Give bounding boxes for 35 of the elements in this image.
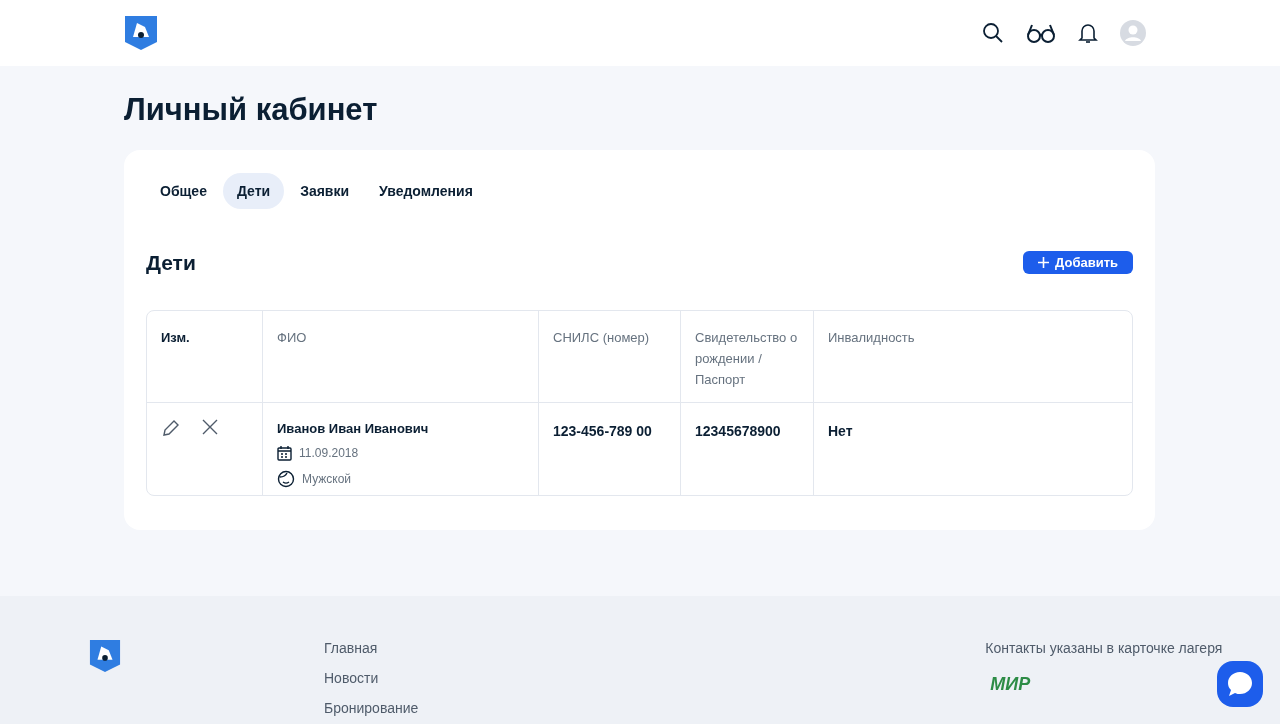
glasses-icon[interactable] [1026, 23, 1056, 43]
tab[interactable]: Уведомления [365, 173, 487, 209]
plus-icon [1038, 257, 1050, 269]
column-header: ФИО [277, 328, 308, 347]
column-header: Инвалидность [828, 328, 916, 347]
table-cell: 123-456-789 00 [553, 422, 652, 439]
payment-logo: МИР [990, 673, 1032, 696]
column-header: СНИЛС (номер) [553, 328, 651, 347]
coat-of-arms-logo[interactable] [89, 638, 121, 674]
child-face-icon [277, 470, 295, 488]
footer-link[interactable]: Бронирование [324, 700, 419, 716]
tab[interactable]: Заявки [286, 173, 364, 209]
search-icon[interactable] [982, 22, 1004, 44]
table-cell: 12345678900 [695, 422, 781, 439]
contacts-text: Контакты указаны в карточке лагеря [985, 639, 1223, 658]
tab[interactable]: Общее [146, 173, 221, 209]
bell-icon[interactable] [1078, 22, 1098, 44]
chat-button[interactable] [1217, 661, 1263, 707]
add-button[interactable]: Добавить [1023, 251, 1133, 275]
chat-bubble-icon [1226, 671, 1254, 697]
section-title: Дети [146, 250, 196, 276]
table-cell: Нет [828, 422, 853, 439]
calendar-icon [277, 445, 292, 461]
column-header: Свидетельство о рождении / Паспорт [695, 328, 799, 389]
column-header: Изм. [161, 328, 191, 347]
gender: Мужской [302, 471, 352, 488]
footer-link[interactable]: Главная [324, 640, 419, 656]
coat-of-arms-logo[interactable] [124, 15, 158, 51]
edit-pencil-icon[interactable] [161, 417, 181, 438]
footer-link[interactable]: Новости [324, 670, 419, 686]
child-name: Иванов Иван Иванович [277, 419, 430, 438]
page-title: Личный кабинет [124, 92, 379, 128]
delete-close-icon[interactable] [201, 417, 219, 436]
tab[interactable]: Дети [222, 173, 285, 209]
birth-date: 11.09.2018 [299, 445, 359, 462]
